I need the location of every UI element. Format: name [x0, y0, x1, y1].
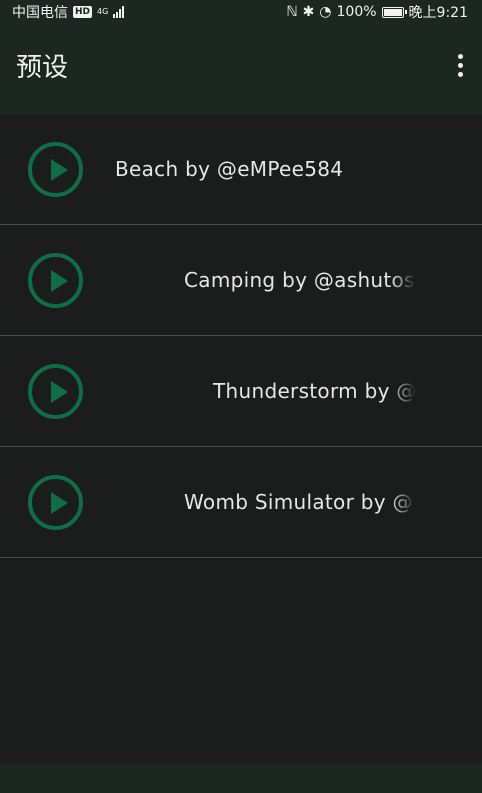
data-saver-icon: ◔ [319, 4, 332, 20]
preset-label: Womb Simulator by @ [184, 490, 413, 514]
preset-label: Camping by @ashutos [184, 268, 415, 292]
play-icon[interactable] [28, 142, 83, 197]
battery-icon [381, 6, 407, 18]
preset-row-womb-simulator[interactable]: Womb Simulator by @ [0, 447, 482, 558]
preset-row-camping[interactable]: Camping by @ashutos [0, 225, 482, 336]
network-type: 4G [97, 7, 109, 16]
hd-badge: HD [73, 6, 93, 18]
preset-label-window: Thunderstorm by @ [100, 336, 416, 446]
more-vert-icon[interactable] [448, 45, 472, 85]
play-icon[interactable] [28, 475, 83, 530]
status-bar: 中国电信 HD 4G ℕ ✱ ◔ 100% 晚上9:21 [0, 0, 482, 24]
signal-icon [113, 6, 125, 18]
preset-row-thunderstorm[interactable]: Thunderstorm by @ [0, 336, 482, 447]
clock: 晚上9:21 [408, 5, 468, 21]
preset-label-window: Womb Simulator by @ [100, 447, 416, 557]
preset-list: Beach by @eMPee584 Camping by @ashutos T… [0, 114, 482, 558]
play-icon[interactable] [28, 364, 83, 419]
status-right: ℕ ✱ ◔ 100% 晚上9:21 [286, 2, 468, 22]
battery-percent: 100% [336, 4, 377, 20]
bluetooth-icon: ✱ [302, 4, 315, 20]
preset-label: Thunderstorm by @ [213, 379, 416, 403]
preset-label-window: Beach by @eMPee584 [100, 114, 416, 224]
app-bar: 预设 [0, 24, 482, 114]
page-title: 预设 [16, 52, 69, 83]
status-left: 中国电信 HD 4G [12, 2, 125, 22]
carrier-label: 中国电信 [12, 5, 68, 21]
preset-label-window: Camping by @ashutos [100, 225, 416, 335]
preset-row-beach[interactable]: Beach by @eMPee584 [0, 114, 482, 225]
play-icon[interactable] [28, 253, 83, 308]
bottom-bar [0, 764, 482, 793]
nfc-icon: ℕ [286, 4, 298, 20]
preset-label: Beach by @eMPee584 [115, 157, 344, 181]
